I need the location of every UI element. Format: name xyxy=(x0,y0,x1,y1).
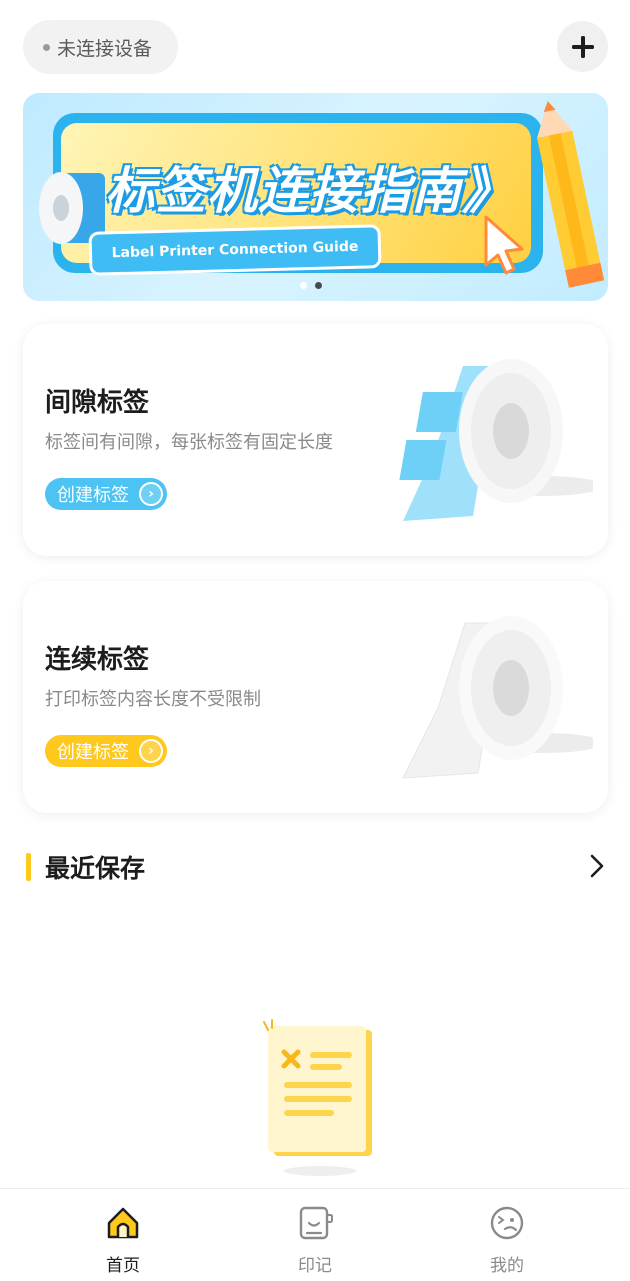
card-description: 打印标签内容长度不受限制 xyxy=(45,689,261,710)
notebook-icon xyxy=(299,1206,333,1240)
tab-mine-label: 我的 xyxy=(490,1256,524,1276)
recent-section-title: 最近保存 xyxy=(45,854,146,883)
device-status-pill[interactable]: 未连接设备 xyxy=(23,20,178,74)
cursor-icon xyxy=(484,215,524,275)
banner-title: 标签机连接指南》 xyxy=(105,162,513,220)
create-label-button[interactable]: 创建标签 › xyxy=(45,735,167,767)
gap-label-card[interactable]: 间隙标签 标签间有间隙，每张标签有固定长度 创建标签 › xyxy=(23,324,608,556)
profile-face-icon xyxy=(490,1206,524,1240)
gap-label-roll-illustration xyxy=(399,359,593,521)
section-accent-bar xyxy=(26,853,31,881)
tab-imprint[interactable]: 印记 xyxy=(255,1189,375,1281)
card-title: 连续标签 xyxy=(45,645,150,675)
tab-mine[interactable]: 我的 xyxy=(447,1189,567,1281)
plus-icon xyxy=(571,35,594,58)
card-description: 标签间有间隙，每张标签有固定长度 xyxy=(45,432,333,453)
add-button[interactable] xyxy=(557,21,608,72)
guide-banner[interactable]: 标签机连接指南》 Label Printer Connection Guide xyxy=(23,93,608,301)
continuous-label-roll-illustration xyxy=(402,616,593,779)
recent-more-button[interactable] xyxy=(586,850,610,886)
continuous-label-card[interactable]: 连续标签 打印标签内容长度不受限制 创建标签 › xyxy=(23,581,608,813)
tab-imprint-label: 印记 xyxy=(298,1256,332,1276)
card-title: 间隙标签 xyxy=(45,388,150,418)
empty-document-illustration xyxy=(263,1019,372,1176)
create-label-button-label: 创建标签 xyxy=(57,742,129,763)
tab-home[interactable]: 首页 xyxy=(63,1189,183,1281)
create-label-button[interactable]: 创建标签 › xyxy=(45,478,167,510)
recent-section-header: 最近保存 xyxy=(26,849,145,885)
pagination-dot-active xyxy=(315,282,322,289)
banner-subtitle: Label Printer Connection Guide xyxy=(88,224,382,276)
home-icon xyxy=(107,1207,139,1239)
chevron-right-icon xyxy=(590,854,604,878)
chevron-right-icon: › xyxy=(139,482,163,506)
tab-home-label: 首页 xyxy=(106,1256,140,1276)
create-label-button-label: 创建标签 xyxy=(57,485,129,506)
chevron-right-icon: › xyxy=(139,739,163,763)
pencil-illustration xyxy=(537,101,605,288)
pagination-dot xyxy=(300,282,307,289)
bottom-tab-bar: 首页 印记 我的 xyxy=(0,1188,630,1281)
device-status-label: 未连接设备 xyxy=(57,37,153,60)
banner-pagination xyxy=(300,282,322,289)
status-dot-icon xyxy=(43,43,50,51)
